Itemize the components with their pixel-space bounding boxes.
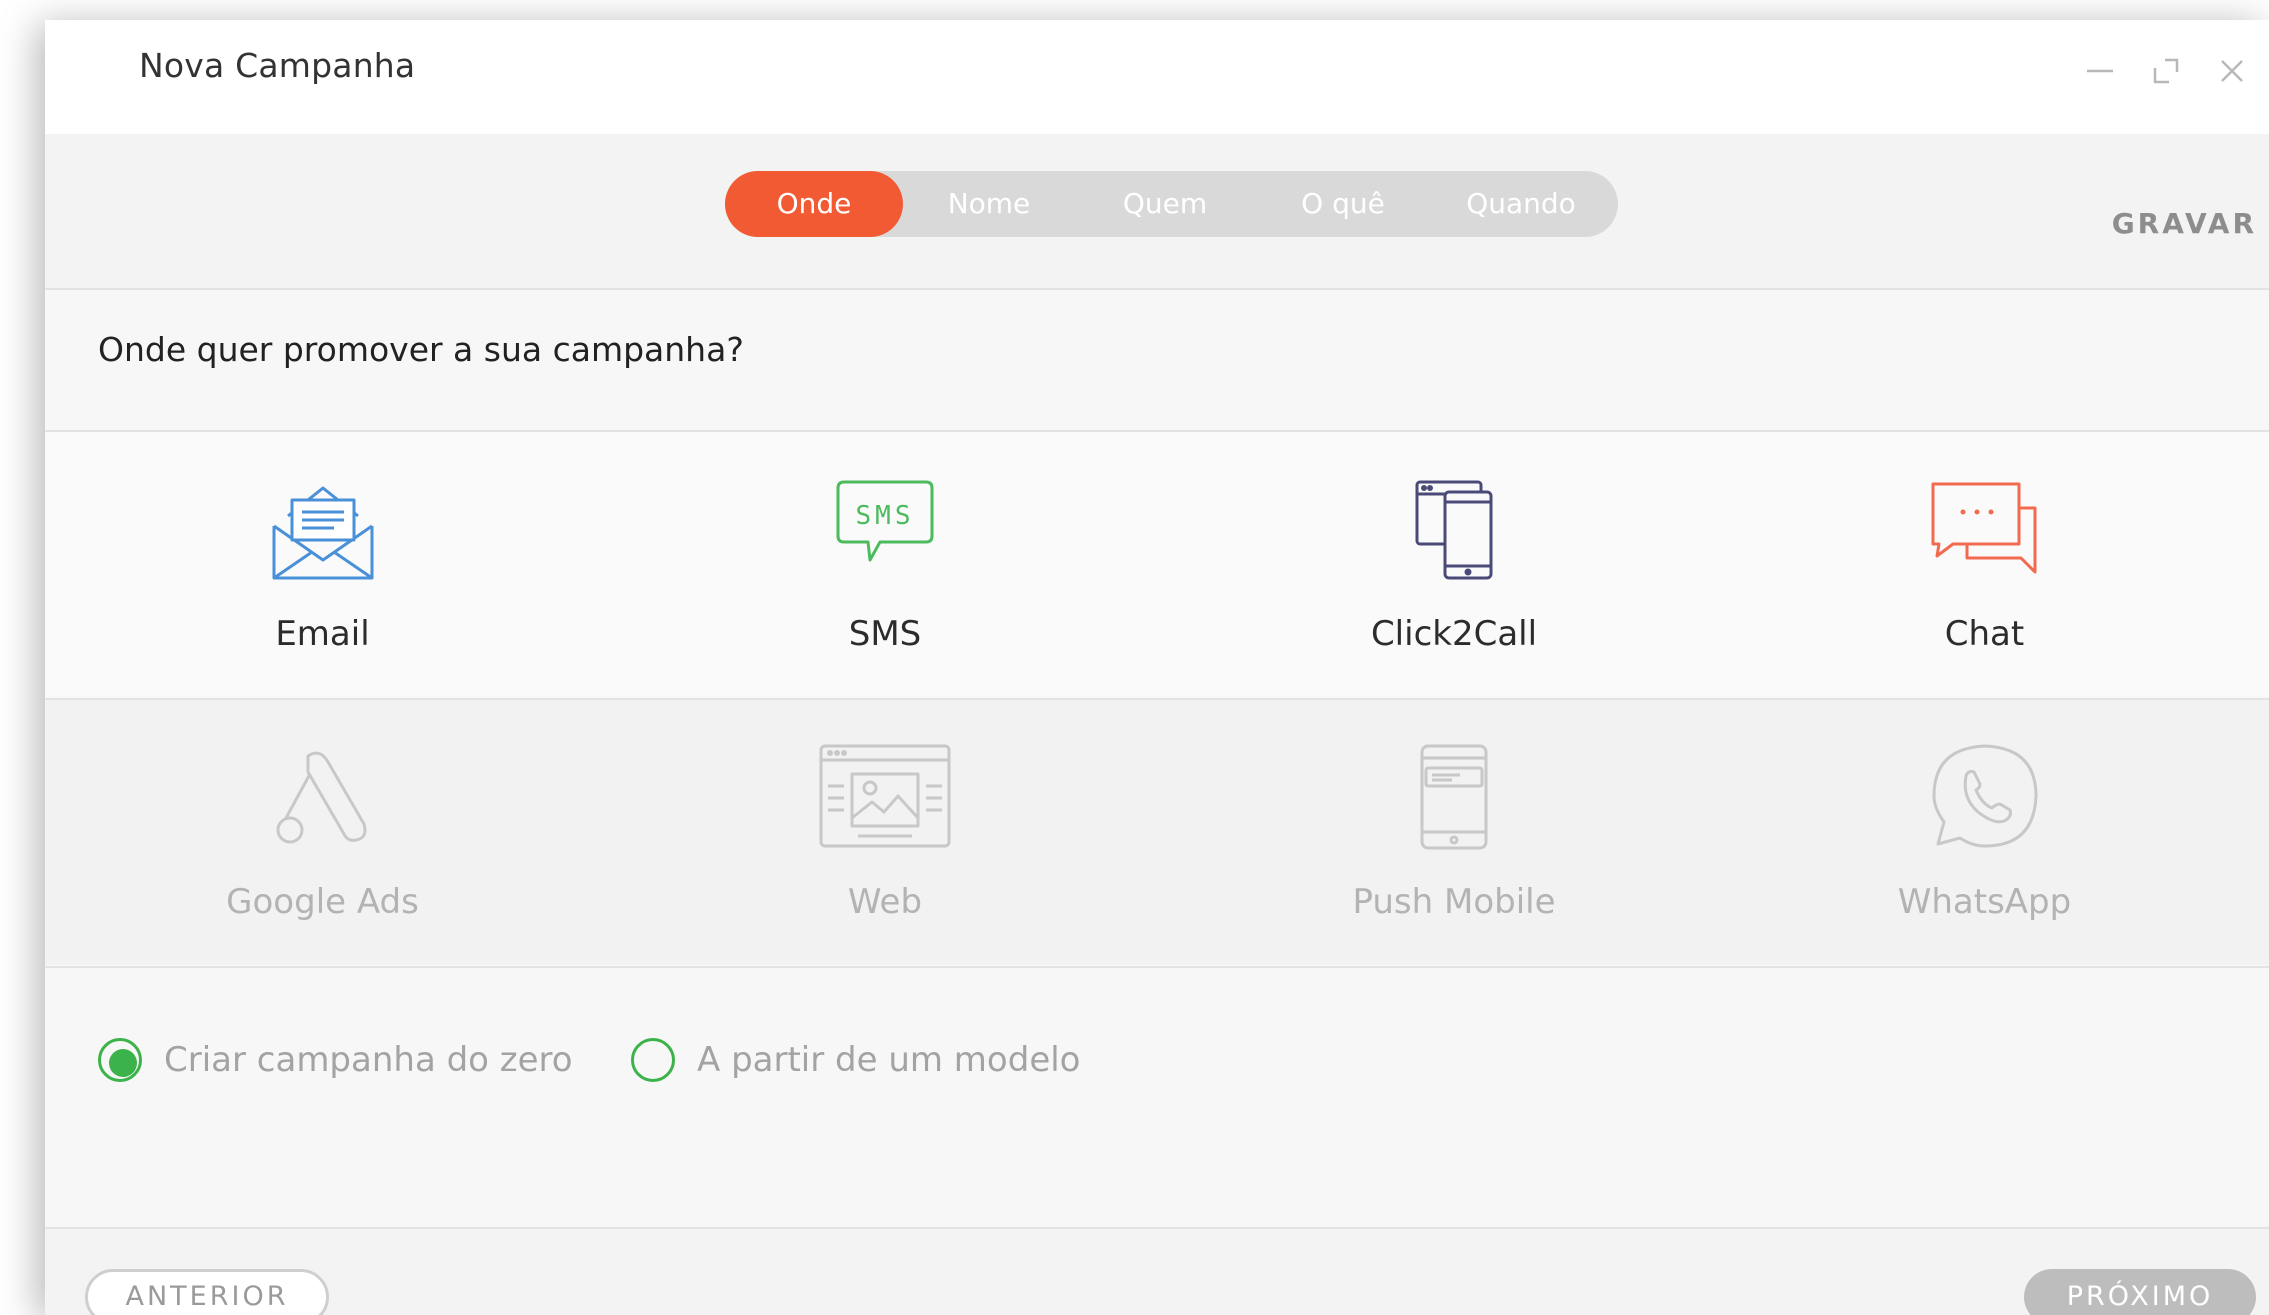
channel-sms[interactable]: SMS SMS (600, 432, 1172, 697)
channel-label: Click2Call (1370, 614, 1538, 654)
wizard-steps: Onde Nome Quem O quê Quando (725, 171, 1618, 237)
save-button[interactable]: GRAVAR (2112, 207, 2257, 240)
footer: ANTERIOR PRÓXIMO (45, 1227, 2269, 1315)
sms-icon: SMS (830, 474, 940, 588)
new-campaign-window: Nova Campanha Onde Nome Quem O quê Quand… (45, 20, 2269, 1315)
channel-whatsapp[interactable]: WhatsApp (1738, 698, 2269, 965)
channel-web[interactable]: Web (600, 698, 1172, 965)
radio-unselected[interactable] (631, 1038, 675, 1082)
screen: Nova Campanha Onde Nome Quem O quê Quand… (0, 0, 2269, 1315)
channel-grid: Email SMS SMS Click2Call Chat Google Ads… (45, 430, 2269, 968)
minimize-icon[interactable] (2085, 56, 2115, 86)
channel-google-ads[interactable]: Google Ads (45, 698, 602, 965)
channel-chat[interactable]: Chat (1738, 432, 2269, 697)
email-icon (268, 474, 378, 588)
whatsapp-icon (1930, 742, 2040, 856)
step-onde[interactable]: Onde (725, 171, 903, 237)
channel-email[interactable]: Email (45, 432, 602, 697)
channel-push-mobile[interactable]: Push Mobile (1170, 698, 1740, 965)
radio-label: A partir de um modelo (697, 1040, 1081, 1080)
click2call-icon (1399, 474, 1509, 588)
channel-label: Web (847, 882, 923, 922)
wizard-steps-bar: Onde Nome Quem O quê Quando GRAVAR (45, 134, 2269, 290)
channel-label: Google Ads (226, 882, 419, 922)
channel-label: SMS (848, 614, 922, 654)
radio-label: Criar campanha do zero (164, 1040, 573, 1080)
channel-label: WhatsApp (1897, 882, 2072, 922)
radio-selected[interactable] (98, 1038, 142, 1082)
next-button[interactable]: PRÓXIMO (2024, 1269, 2256, 1315)
step-quando[interactable]: Quando (1431, 171, 1611, 237)
web-icon (818, 742, 952, 856)
google-ads-icon (268, 742, 378, 856)
channel-click2call[interactable]: Click2Call (1170, 432, 1740, 697)
close-icon[interactable] (2217, 56, 2247, 86)
title-bar: Nova Campanha (45, 20, 2269, 134)
maximize-icon[interactable] (2151, 56, 2181, 86)
channel-label: Chat (1944, 614, 2025, 654)
channel-label: Email (275, 614, 370, 654)
step-o-que[interactable]: O quê (1255, 171, 1431, 237)
push-mobile-icon (1414, 742, 1494, 856)
radio-dot (109, 1049, 137, 1077)
channel-label: Push Mobile (1352, 882, 1556, 922)
window-title: Nova Campanha (139, 46, 416, 85)
chat-icon (1925, 474, 2045, 588)
step-quem[interactable]: Quem (1075, 171, 1255, 237)
step-nome[interactable]: Nome (903, 171, 1075, 237)
previous-button[interactable]: ANTERIOR (85, 1269, 329, 1315)
page-question: Onde quer promover a sua campanha? (98, 330, 744, 369)
svg-text:SMS: SMS (856, 501, 915, 531)
